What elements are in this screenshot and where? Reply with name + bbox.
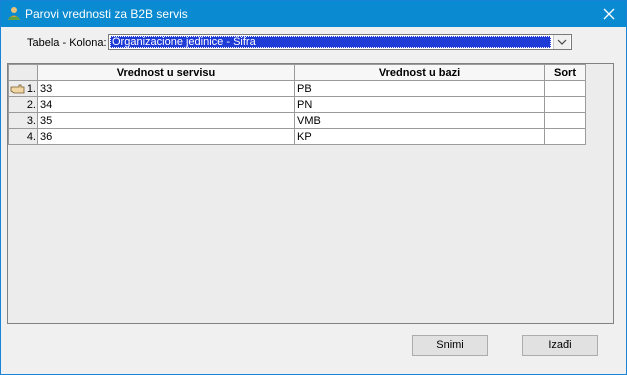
cell-vrednost-u-servisu[interactable]: 33 [37,80,295,97]
row-number[interactable]: 4. [8,128,38,145]
dropdown-button[interactable] [553,35,570,49]
cell-vrednost-u-servisu[interactable]: 34 [37,96,295,113]
table-row[interactable]: 2. 34 PN [8,96,586,113]
title-bar: Parovi vrednosti za B2B servis [1,1,626,27]
values-table: Vrednost u servisu Vrednost u bazi Sort … [8,64,586,145]
exit-button[interactable]: Izađi [522,335,598,356]
dialog-window: Parovi vrednosti za B2B servis Tabela - … [0,0,627,375]
header-vrednost-u-bazi[interactable]: Vrednost u bazi [294,64,545,81]
chevron-down-icon [557,39,567,45]
row-number[interactable]: 2. [8,96,38,113]
cell-vrednost-u-bazi[interactable]: PN [294,96,545,113]
table-row[interactable]: 4. 36 KP [8,128,586,145]
close-button[interactable] [592,1,626,27]
table-column-label: Tabela - Kolona: [27,37,107,49]
window-title: Parovi vrednosti za B2B servis [25,7,188,21]
row-number-label: 1. [26,82,36,95]
table-column-select[interactable]: Organizacione jedinice - Šifra [108,34,572,50]
cell-vrednost-u-bazi[interactable]: KP [294,128,545,145]
row-number[interactable]: 1. [8,80,38,97]
cell-sort[interactable] [544,96,586,113]
header-vrednost-u-servisu[interactable]: Vrednost u servisu [37,64,295,81]
values-grid[interactable]: Vrednost u servisu Vrednost u bazi Sort … [7,63,614,324]
cell-vrednost-u-servisu[interactable]: 35 [37,112,295,129]
corner-header [8,64,38,81]
cell-vrednost-u-bazi[interactable]: PB [294,80,545,97]
app-icon [8,7,20,20]
table-row[interactable]: 3. 35 VMB [8,112,586,129]
close-icon [603,8,615,20]
header-row: Vrednost u servisu Vrednost u bazi Sort [8,64,586,81]
header-sort[interactable]: Sort [544,64,586,81]
cell-sort[interactable] [544,112,586,129]
save-button[interactable]: Snimi [412,335,488,356]
table-row[interactable]: 1. 33 PB [8,80,586,97]
cell-sort[interactable] [544,128,586,145]
cell-vrednost-u-servisu[interactable]: 36 [37,128,295,145]
table-column-selected-value: Organizacione jedinice - Šifra [110,36,551,48]
cell-sort[interactable] [544,80,586,97]
cell-vrednost-u-bazi[interactable]: VMB [294,112,545,129]
row-number[interactable]: 3. [8,112,38,129]
pointing-hand-icon [10,84,25,94]
